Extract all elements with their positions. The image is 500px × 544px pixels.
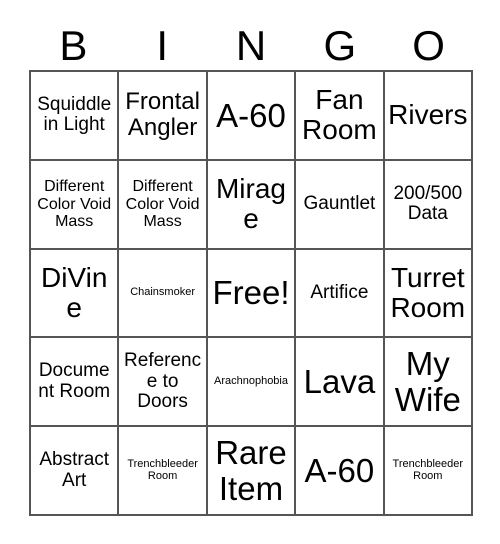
bingo-cell-label: Gauntlet <box>303 192 376 214</box>
bingo-cell-n2[interactable]: Mirage <box>207 160 297 250</box>
bingo-cell-label: Squiddle in Light <box>37 93 112 136</box>
bingo-cell-b2[interactable]: Different Color Void Mass <box>31 160 120 250</box>
bingo-cell-b4[interactable]: Document Room <box>31 338 120 428</box>
bingo-cell-label: Abstract Art <box>39 449 110 491</box>
header-letter-b: B <box>59 22 88 69</box>
bingo-cell-label: Arachnophobia <box>213 374 288 387</box>
bingo-cell-label: Turret Room <box>390 261 466 323</box>
bingo-cell-label: Trenchbleeder Room <box>127 457 198 482</box>
bingo-cell-free-space[interactable]: Free! <box>207 249 297 339</box>
bingo-card: B I N G O Squiddle in Light Frontal Angl… <box>0 0 500 544</box>
bingo-cell-label: Reference to Doors <box>124 350 202 413</box>
bingo-cell-o5[interactable]: Trenchbleeder Room <box>384 427 473 516</box>
bingo-cell-o2[interactable]: 200/500 Data <box>384 160 473 250</box>
bingo-cell-g3[interactable]: Artifice <box>296 249 385 339</box>
bingo-cell-o1[interactable]: Rivers <box>384 72 473 161</box>
bingo-grid: Squiddle in Light Frontal Angler A-60 Fa… <box>29 70 473 516</box>
bingo-cell-g5[interactable]: A-60 <box>296 427 385 516</box>
bingo-cell-o4[interactable]: My Wife <box>384 338 473 428</box>
bingo-cell-label: Mirage <box>215 172 286 235</box>
header-letter-n: N <box>235 22 267 69</box>
bingo-cell-label: 200/500 Data <box>393 182 463 225</box>
bingo-cell-o3[interactable]: Turret Room <box>384 249 473 339</box>
bingo-cell-g2[interactable]: Gauntlet <box>296 160 385 250</box>
bingo-cell-label: Different Color Void Mass <box>125 178 200 230</box>
bingo-cell-b1[interactable]: Squiddle in Light <box>31 72 120 161</box>
bingo-cell-label: Trenchbleeder Room <box>392 457 464 482</box>
bingo-cell-label: A-60 <box>304 451 375 489</box>
bingo-cell-label: Chainsmoker <box>130 286 195 299</box>
bingo-cell-label: Lava <box>303 362 376 400</box>
bingo-cell-label: Document Room <box>38 360 111 402</box>
bingo-cell-i2[interactable]: Different Color Void Mass <box>119 160 208 250</box>
bingo-cell-label: Frontal Angler <box>125 88 200 142</box>
bingo-cell-n1[interactable]: A-60 <box>207 72 297 161</box>
bingo-cell-i1[interactable]: Frontal Angler <box>119 72 208 161</box>
bingo-cell-label: Different Color Void Mass <box>37 178 112 230</box>
bingo-cell-g4[interactable]: Lava <box>296 338 385 428</box>
bingo-cell-b5[interactable]: Abstract Art <box>31 427 120 516</box>
bingo-cell-i5[interactable]: Trenchbleeder Room <box>119 427 208 516</box>
bingo-cell-label: Free! <box>212 274 290 312</box>
bingo-cell-label: Artifice <box>310 281 369 303</box>
bingo-cell-label: DiVine <box>40 261 108 323</box>
header-letter-i: I <box>156 22 169 69</box>
bingo-cell-i4[interactable]: Reference to Doors <box>119 338 208 428</box>
bingo-cell-label: Rivers <box>388 99 468 131</box>
bingo-cell-label: Rare Item <box>215 433 287 507</box>
bingo-cell-n5[interactable]: Rare Item <box>207 427 297 516</box>
bingo-cell-label: A-60 <box>216 96 286 134</box>
header-letter-o: O <box>412 22 445 69</box>
bingo-cell-label: Fan Room <box>302 84 377 146</box>
bingo-cell-b3[interactable]: DiVine <box>31 249 120 339</box>
header-letter-g: G <box>323 22 357 69</box>
bingo-header: B I N G O <box>29 22 473 70</box>
bingo-cell-g1[interactable]: Fan Room <box>296 72 385 161</box>
bingo-cell-label: My Wife <box>394 345 461 418</box>
bingo-cell-i3[interactable]: Chainsmoker <box>119 249 208 339</box>
bingo-cell-n4[interactable]: Arachnophobia <box>207 338 297 428</box>
